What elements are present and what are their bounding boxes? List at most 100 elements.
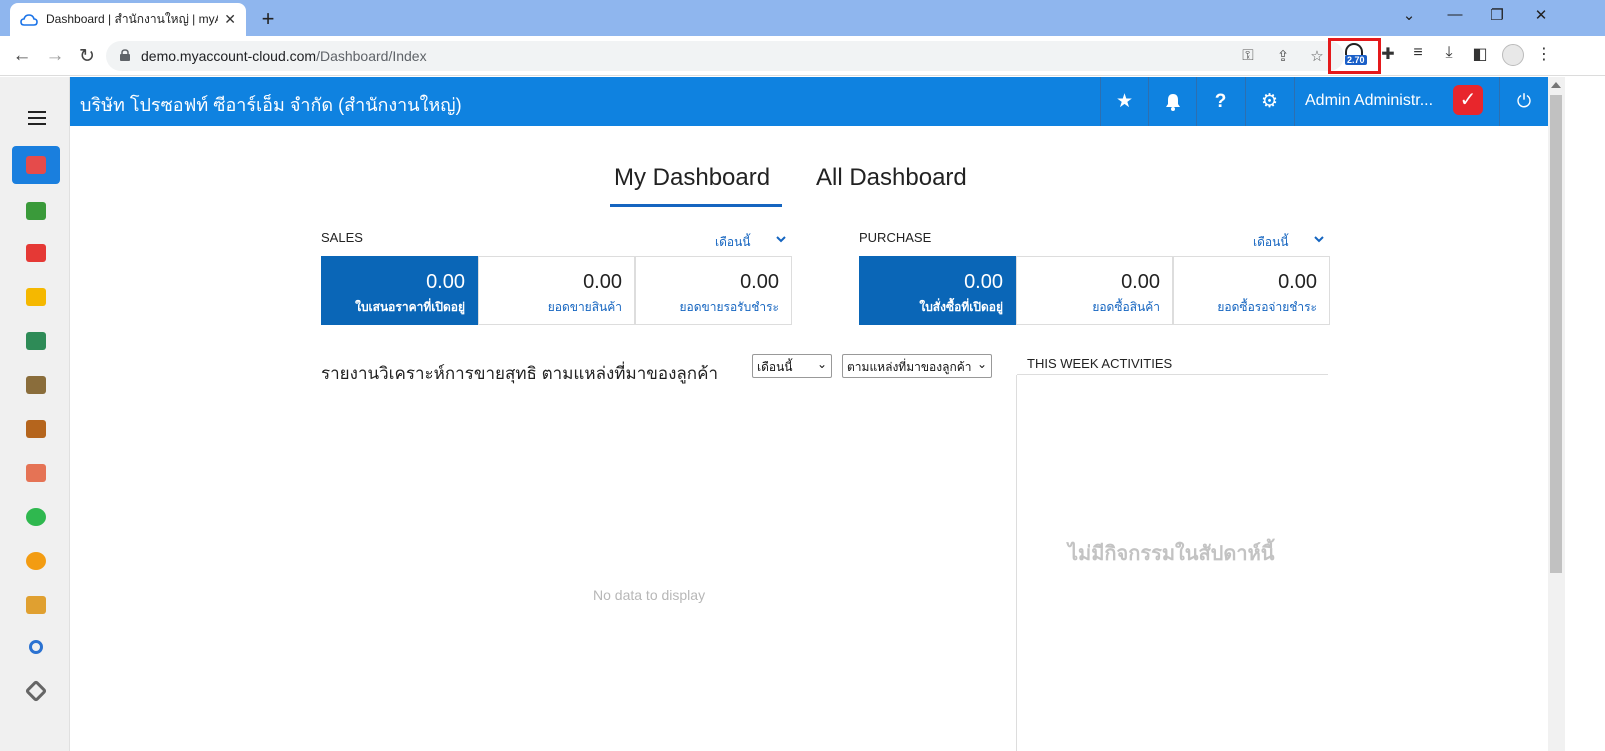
minimize-button[interactable]: — (1440, 6, 1470, 23)
forward-button[interactable]: → (43, 45, 67, 67)
tab-my-dashboard[interactable]: My Dashboard (614, 164, 770, 192)
scroll-up-arrow[interactable] (1551, 82, 1561, 88)
sidebar-item-wallet[interactable] (12, 410, 60, 448)
app-sidebar (0, 77, 70, 751)
address-bar[interactable]: demo.myaccount-cloud.com/Dashboard/Index… (106, 41, 1344, 71)
box-icon (26, 288, 46, 306)
browser-toolbar: ← → ↻ demo.myaccount-cloud.com/Dashboard… (0, 36, 1605, 76)
user-check-badge-icon: ✓ (1453, 85, 1483, 115)
check-icon (26, 508, 46, 526)
card-value: 0.00 (1121, 271, 1160, 293)
select-value: ตามแหล่งที่มาของลูกค้า (847, 360, 972, 374)
url-text: demo.myaccount-cloud.com/Dashboard/Index (141, 48, 427, 64)
tab-title: Dashboard | สำนักงานใหญ่ | myAc (46, 12, 219, 26)
sidebar-item-cart[interactable] (12, 234, 60, 272)
purchase-card-purchase-amount[interactable]: 0.00 ยอดซื้อสินค้า (1016, 256, 1173, 325)
sidebar-item-people[interactable] (12, 454, 60, 492)
extension-badge: 2.70 (1345, 55, 1367, 65)
book-icon (26, 332, 46, 350)
card-label: ยอดขายสินค้า (547, 300, 622, 314)
hamburger-menu-icon[interactable] (28, 111, 46, 125)
sidebar-item-money[interactable] (12, 192, 60, 230)
side-panel-icon[interactable]: ◧ (1468, 44, 1492, 64)
new-tab-button[interactable]: + (256, 6, 280, 32)
back-button[interactable]: ← (10, 45, 34, 67)
sidebar-item-document[interactable] (12, 586, 60, 624)
chevron-down-icon: ⌄ (976, 357, 987, 371)
restore-button[interactable]: ❐ (1482, 6, 1512, 24)
help-button[interactable]: ? (1196, 77, 1244, 126)
purchase-card-payable[interactable]: 0.00 ยอดซื้อรอจ่ายชำระ (1173, 256, 1330, 325)
key-icon[interactable]: ⚿ (1237, 47, 1259, 64)
gauge-icon (1345, 43, 1363, 55)
activities-empty-text: ไม่มีกิจกรรมในสัปดาห์นี้ (1068, 543, 1275, 565)
sidebar-item-dashboard[interactable] (12, 146, 60, 184)
share-icon[interactable]: ⇪ (1272, 47, 1294, 65)
url-path: /Dashboard/Index (316, 48, 427, 64)
download-icon[interactable]: ⤓ (1437, 44, 1461, 62)
magnifier-icon (29, 640, 43, 654)
pie-chart-icon (26, 552, 46, 570)
cloud-icon (20, 13, 38, 26)
people-icon (26, 464, 46, 482)
sidebar-item-check[interactable] (12, 498, 60, 536)
settings-gear-button[interactable]: ⚙ (1245, 77, 1293, 126)
reload-button[interactable]: ↻ (75, 45, 99, 68)
tab-search-icon[interactable]: ⌄ (1394, 6, 1424, 24)
sales-cards: 0.00 ใบเสนอราคาที่เปิดอยู่ 0.00 ยอดขายสิ… (321, 256, 792, 325)
sales-card-sales-amount[interactable]: 0.00 ยอดขายสินค้า (478, 256, 635, 325)
money-icon (26, 202, 46, 220)
card-label: ใบสั่งซื้อที่เปิดอยู่ (919, 300, 1003, 314)
card-value: 0.00 (426, 271, 465, 293)
bookmark-star-icon[interactable]: ☆ (1306, 47, 1328, 65)
sidebar-item-bank[interactable] (12, 366, 60, 404)
report-empty-text: No data to display (593, 587, 706, 603)
sales-card-open-quotations[interactable]: 0.00 ใบเสนอราคาที่เปิดอยู่ (321, 256, 478, 325)
select-value: เดือนนี้ (757, 360, 793, 374)
activities-title: THIS WEEK ACTIVITIES (1027, 356, 1173, 371)
media-playlist-icon[interactable]: ≡ (1406, 44, 1430, 62)
app-header: บริษัท โปรซอฟท์ ซีอาร์เอ็ม จำกัด (สำนักง… (70, 77, 1548, 126)
close-tab-icon[interactable]: ✕ (224, 11, 236, 28)
report-period-select[interactable]: เดือนนี้ ⌄ (752, 354, 832, 378)
browser-tab[interactable]: Dashboard | สำนักงานใหญ่ | myAc ✕ (10, 3, 246, 36)
menu-kebab-icon[interactable]: ⋮ (1532, 44, 1556, 64)
sidebar-item-magnifier[interactable] (12, 628, 60, 666)
tab-all-dashboard[interactable]: All Dashboard (816, 164, 967, 192)
sales-period-select[interactable]: เดือนนี้ (715, 233, 751, 252)
card-value: 0.00 (1278, 271, 1317, 293)
purchase-card-open-orders[interactable]: 0.00 ใบสั่งซื้อที่เปิดอยู่ (859, 256, 1016, 325)
sidebar-item-pie-chart[interactable] (12, 542, 60, 580)
sidebar-item-tools[interactable] (12, 672, 60, 710)
browser-tabstrip: Dashboard | สำนักงานใหญ่ | myAc ✕ + ⌄ — … (0, 0, 1605, 36)
active-tab-underline (610, 204, 782, 207)
card-value: 0.00 (583, 271, 622, 293)
page-scrollbar[interactable] (1548, 77, 1565, 751)
puzzle-extensions-icon[interactable]: ✚ (1376, 44, 1400, 64)
sidebar-item-box[interactable] (12, 278, 60, 316)
user-menu[interactable]: Admin Administr... ✓ (1294, 77, 1499, 126)
close-window-button[interactable]: ✕ (1526, 6, 1556, 24)
chevron-down-icon[interactable] (776, 235, 786, 243)
sidebar-item-book[interactable] (12, 322, 60, 360)
report-title: รายงานวิเคราะห์การขายสุทธิ ตามแหล่งที่มา… (321, 364, 719, 383)
chevron-down-icon[interactable] (1314, 235, 1324, 243)
scroll-thumb[interactable] (1550, 95, 1562, 573)
notification-bell-button[interactable] (1148, 77, 1196, 126)
logout-power-button[interactable]: ⏻ (1499, 77, 1548, 126)
purchase-period-select[interactable]: เดือนนี้ (1253, 233, 1289, 252)
speed-extension-button[interactable]: 2.70 (1328, 38, 1381, 74)
report-source-select[interactable]: ตามแหล่งที่มาของลูกค้า ⌄ (842, 354, 992, 378)
user-name: Admin Administr... (1305, 92, 1434, 109)
purchase-title: PURCHASE (859, 230, 932, 245)
cart-icon (26, 244, 46, 262)
wallet-icon (26, 420, 46, 438)
activities-divider (1016, 375, 1017, 751)
sales-card-receivable[interactable]: 0.00 ยอดขายรอรับชำระ (635, 256, 792, 325)
lock-icon (120, 49, 130, 61)
purchase-cards: 0.00 ใบสั่งซื้อที่เปิดอยู่ 0.00 ยอดซื้อส… (859, 256, 1330, 325)
profile-avatar[interactable] (1502, 44, 1524, 66)
bank-icon (26, 376, 46, 394)
favorite-star-button[interactable]: ★ (1100, 77, 1148, 126)
card-label: ยอดซื้อรอจ่ายชำระ (1217, 300, 1317, 314)
